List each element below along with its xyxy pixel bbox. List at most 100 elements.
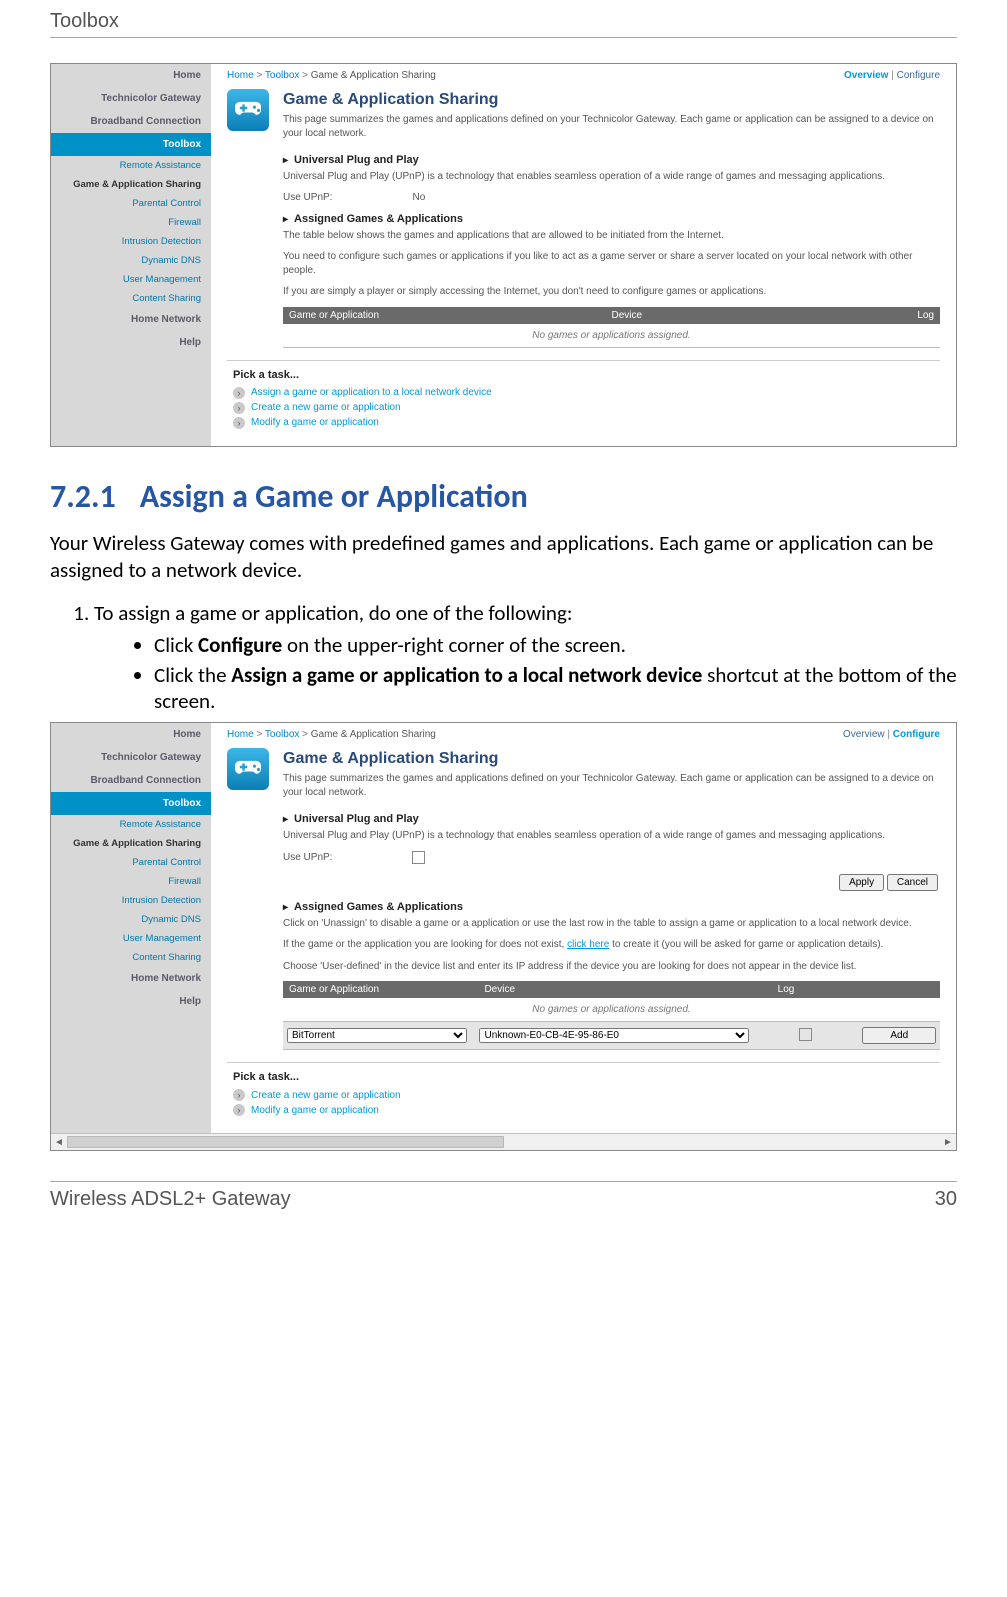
- arrow-icon: ›: [233, 402, 245, 414]
- assigned-d2: You need to configure such games or appl…: [283, 250, 940, 277]
- screenshot-configure: Home Technicolor Gateway Broadband Conne…: [50, 722, 957, 1151]
- assigned-heading: Assigned Games & Applications: [283, 901, 940, 913]
- sidebar-item-technicolor[interactable]: Technicolor Gateway: [51, 746, 211, 769]
- bc-home[interactable]: Home: [227, 70, 254, 81]
- th-log: Log: [827, 310, 935, 321]
- sidebar-item-ddns[interactable]: Dynamic DNS: [51, 910, 211, 929]
- configure-link[interactable]: Configure: [893, 729, 940, 740]
- cancel-button[interactable]: Cancel: [887, 874, 938, 891]
- sidebar-item-firewall[interactable]: Firewall: [51, 872, 211, 891]
- sidebar-item-toolbox[interactable]: Toolbox: [51, 133, 211, 156]
- section-heading: 7.2.1 Assign a Game or Application: [50, 477, 957, 516]
- sidebar-item-firewall[interactable]: Firewall: [51, 213, 211, 232]
- sidebar-item-broadband[interactable]: Broadband Connection: [51, 110, 211, 133]
- sidebar-item-technicolor[interactable]: Technicolor Gateway: [51, 87, 211, 110]
- bc-toolbox[interactable]: Toolbox: [265, 729, 299, 740]
- task-create[interactable]: ›Create a new game or application: [233, 1089, 940, 1101]
- assigned-d3: If you are simply a player or simply acc…: [283, 285, 940, 299]
- overview-link[interactable]: Overview: [844, 70, 888, 81]
- page-desc: This page summarizes the games and appli…: [283, 772, 940, 799]
- scroll-right-icon[interactable]: ►: [940, 1137, 956, 1148]
- sidebar-item-homenet[interactable]: Home Network: [51, 308, 211, 331]
- bc-home[interactable]: Home: [227, 729, 254, 740]
- sidebar: Home Technicolor Gateway Broadband Conne…: [51, 64, 211, 446]
- sidebar-item-broadband[interactable]: Broadband Connection: [51, 769, 211, 792]
- task-modify[interactable]: ›Modify a game or application: [233, 417, 940, 429]
- sidebar-item-parental[interactable]: Parental Control: [51, 194, 211, 213]
- bullet-assign: Click the Assign a game or application t…: [154, 662, 957, 714]
- table-header: Game or Application Device Log: [283, 307, 940, 324]
- table-empty-msg: No games or applications assigned.: [283, 998, 940, 1022]
- pick-task-label: Pick a task...: [233, 369, 940, 381]
- assigned-c3: Choose 'User-defined' in the device list…: [283, 960, 940, 974]
- section-title: Assign a Game or Application: [140, 477, 528, 516]
- scroll-left-icon[interactable]: ◄: [51, 1137, 67, 1148]
- page-desc: This page summarizes the games and appli…: [283, 113, 940, 140]
- configure-link[interactable]: Configure: [897, 70, 940, 81]
- sidebar-item-help[interactable]: Help: [51, 990, 211, 1013]
- upnp-value: No: [412, 192, 425, 203]
- intro-paragraph: Your Wireless Gateway comes with predefi…: [50, 530, 957, 585]
- sidebar-item-home[interactable]: Home: [51, 64, 211, 87]
- th-log: Log: [778, 984, 876, 995]
- task-modify[interactable]: ›Modify a game or application: [233, 1104, 940, 1116]
- log-checkbox[interactable]: [799, 1028, 812, 1041]
- sidebar-item-homenet[interactable]: Home Network: [51, 967, 211, 990]
- sidebar-item-remote[interactable]: Remote Assistance: [51, 815, 211, 834]
- breadcrumb: Home > Toolbox > Game & Application Shar…: [227, 729, 436, 740]
- sidebar-item-content[interactable]: Content Sharing: [51, 289, 211, 308]
- sidebar-item-parental[interactable]: Parental Control: [51, 853, 211, 872]
- sidebar-item-usermgmt[interactable]: User Management: [51, 929, 211, 948]
- assigned-heading: Assigned Games & Applications: [283, 213, 940, 225]
- upnp-desc: Universal Plug and Play (UPnP) is a tech…: [283, 170, 940, 184]
- bullet-configure: Click Configure on the upper-right corne…: [154, 632, 957, 658]
- sidebar-item-usermgmt[interactable]: User Management: [51, 270, 211, 289]
- footer-left: Wireless ADSL2+ Gateway: [50, 1188, 291, 1211]
- bc-toolbox[interactable]: Toolbox: [265, 70, 299, 81]
- upnp-checkbox[interactable]: [412, 851, 425, 864]
- footer-page-number: 30: [935, 1188, 957, 1211]
- table-header: Game or Application Device Log: [283, 981, 940, 998]
- sidebar-item-game-sharing[interactable]: Game & Application Sharing: [51, 175, 211, 194]
- horizontal-scrollbar[interactable]: ◄ ►: [51, 1133, 956, 1150]
- pick-task-label: Pick a task...: [233, 1071, 940, 1083]
- sidebar-item-intrusion[interactable]: Intrusion Detection: [51, 891, 211, 910]
- device-select[interactable]: Unknown-E0-CB-4E-95-86-E0: [479, 1028, 749, 1043]
- bc-current: Game & Application Sharing: [311, 70, 436, 81]
- gamepad-icon: [227, 748, 269, 790]
- gamepad-icon: [227, 89, 269, 131]
- th-device: Device: [484, 984, 777, 995]
- overview-link[interactable]: Overview: [843, 729, 885, 740]
- th-device: Device: [612, 310, 827, 321]
- sidebar-item-intrusion[interactable]: Intrusion Detection: [51, 232, 211, 251]
- arrow-icon: ›: [233, 417, 245, 429]
- sidebar-item-ddns[interactable]: Dynamic DNS: [51, 251, 211, 270]
- breadcrumb: Home > Toolbox > Game & Application Shar…: [227, 70, 436, 81]
- sidebar-item-home[interactable]: Home: [51, 723, 211, 746]
- apply-button[interactable]: Apply: [839, 874, 884, 891]
- page-title: Game & Application Sharing: [283, 91, 940, 109]
- upnp-heading: Universal Plug and Play: [283, 154, 940, 166]
- sidebar-item-content[interactable]: Content Sharing: [51, 948, 211, 967]
- table-empty-msg: No games or applications assigned.: [283, 324, 940, 348]
- task-assign[interactable]: ›Assign a game or application to a local…: [233, 387, 940, 399]
- th-app: Game or Application: [289, 984, 484, 995]
- arrow-icon: ›: [233, 1104, 245, 1116]
- arrow-icon: ›: [233, 387, 245, 399]
- page-title: Game & Application Sharing: [283, 750, 940, 768]
- task-create[interactable]: ›Create a new game or application: [233, 402, 940, 414]
- sidebar-item-toolbox[interactable]: Toolbox: [51, 792, 211, 815]
- upnp-desc: Universal Plug and Play (UPnP) is a tech…: [283, 829, 940, 843]
- click-here-link[interactable]: click here: [567, 939, 609, 950]
- sidebar-item-help[interactable]: Help: [51, 331, 211, 354]
- upnp-label: Use UPnP:: [283, 192, 332, 203]
- step-1: To assign a game or application, do one …: [94, 600, 957, 714]
- section-number: 7.2.1: [50, 477, 116, 516]
- add-button[interactable]: Add: [862, 1027, 936, 1044]
- bc-current: Game & Application Sharing: [311, 729, 436, 740]
- sidebar-item-remote[interactable]: Remote Assistance: [51, 156, 211, 175]
- sidebar-item-game-sharing[interactable]: Game & Application Sharing: [51, 834, 211, 853]
- scroll-thumb[interactable]: [67, 1136, 504, 1148]
- view-toggle: Overview | Configure: [844, 70, 940, 81]
- app-select[interactable]: BitTorrent: [287, 1028, 467, 1043]
